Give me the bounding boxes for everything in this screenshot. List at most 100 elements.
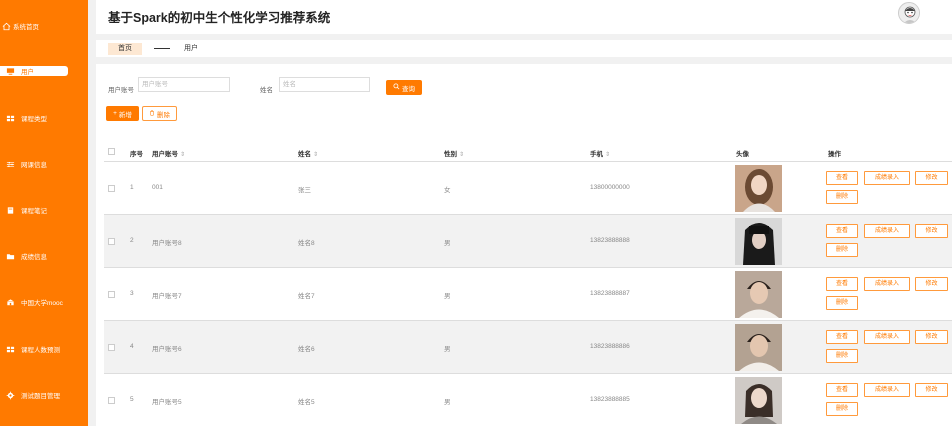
delete-button[interactable]: 删除 <box>826 402 858 416</box>
sliders-icon <box>6 160 15 169</box>
select-all-checkbox[interactable] <box>108 148 115 155</box>
header-account[interactable]: 用户账号 ⇕ <box>152 148 185 158</box>
bulk-delete-label: 删除 <box>157 111 170 119</box>
cell-gender: 男 <box>444 346 451 353</box>
edit-button[interactable]: 修改 <box>915 277 948 291</box>
header-avatar: 头像 <box>736 151 749 158</box>
sidebar-item-label: 测试题目管理 <box>21 393 60 400</box>
add-button[interactable]: + 新增 <box>106 106 139 121</box>
sidebar: 系统首页 用户 课程类型 网课信息 课程笔记 成绩信息 中国大学mooc 课程人… <box>0 0 88 426</box>
view-button[interactable]: 查看 <box>826 277 858 291</box>
cell-phone: 13823888885 <box>590 396 630 403</box>
cell-gender: 男 <box>444 293 451 300</box>
account-search-input[interactable]: 用户账号 <box>138 77 230 92</box>
tab-home[interactable]: 首页 <box>108 43 142 55</box>
cell-phone: 13823888886 <box>590 343 630 350</box>
sidebar-item-scores[interactable]: 成绩信息 <box>0 246 88 266</box>
delete-button[interactable]: 删除 <box>826 349 858 363</box>
cell-index: 4 <box>130 343 134 350</box>
avatar-photo <box>735 324 782 371</box>
top-header: 基于Spark的初中生个性化学习推荐系统 <box>96 0 952 34</box>
add-button-label: 新增 <box>118 111 132 119</box>
sidebar-item-label: 课程类型 <box>21 116 47 123</box>
cell-phone: 13800000000 <box>590 184 630 191</box>
sidebar-item-users[interactable]: 用户 <box>0 66 68 76</box>
avatar-photo <box>735 271 782 318</box>
delete-button[interactable]: 删除 <box>826 296 858 310</box>
avatar-photo <box>735 377 782 424</box>
header-name-label: 姓名 <box>298 151 311 158</box>
row-checkbox[interactable] <box>108 397 115 404</box>
bulk-delete-button[interactable]: 删除 <box>142 106 177 121</box>
table-header: 序号 用户账号 ⇕ 姓名 ⇕ 性别 ⇕ 手机 ⇕ 头像 操作 <box>104 142 952 162</box>
sort-icon[interactable]: ⇕ <box>605 152 610 158</box>
score-entry-button[interactable]: 成绩录入 <box>864 330 910 344</box>
search-icon <box>393 83 400 92</box>
name-label: 姓名 <box>260 87 273 94</box>
table-row: 1 001 张三 女 13800000000 查看 成绩录入 修改 删除 <box>104 162 952 215</box>
score-entry-button[interactable]: 成绩录入 <box>864 171 910 185</box>
row-checkbox[interactable] <box>108 344 115 351</box>
gear-icon <box>6 391 15 400</box>
edit-button[interactable]: 修改 <box>915 224 948 238</box>
sort-icon[interactable]: ⇕ <box>180 152 185 158</box>
sidebar-item-label: 成绩信息 <box>21 254 47 261</box>
cell-name: 张三 <box>298 187 311 194</box>
tab-users[interactable]: 用户 <box>184 43 198 55</box>
header-account-label: 用户账号 <box>152 151 178 158</box>
search-button[interactable]: 查询 <box>386 80 422 95</box>
delete-button[interactable]: 删除 <box>826 190 858 204</box>
main-panel: 用户账号 用户账号 姓名 姓名 查询 + 新增 删除 序号 用户账号 ⇕ 姓名 ⇕ … <box>96 64 952 426</box>
sidebar-item-online-courses[interactable]: 网课信息 <box>0 154 88 174</box>
view-button[interactable]: 查看 <box>826 171 858 185</box>
sidebar-item-home[interactable]: 系统首页 <box>0 16 88 36</box>
row-checkbox[interactable] <box>108 291 115 298</box>
folder-icon <box>6 252 15 261</box>
score-entry-button[interactable]: 成绩录入 <box>864 224 910 238</box>
cell-gender: 男 <box>444 240 451 247</box>
user-avatar[interactable] <box>898 2 920 24</box>
table-row: 4 用户账号6 姓名6 男 13823888886 查看 成绩录入 修改 删除 <box>104 321 952 374</box>
score-entry-button[interactable]: 成绩录入 <box>864 383 910 397</box>
delete-button[interactable]: 删除 <box>826 243 858 257</box>
score-entry-button[interactable]: 成绩录入 <box>864 277 910 291</box>
edit-button[interactable]: 修改 <box>915 171 948 185</box>
header-index: 序号 <box>130 151 143 158</box>
plus-icon: + <box>113 110 117 117</box>
cell-account: 用户账号5 <box>152 399 182 406</box>
sidebar-item-test-questions[interactable]: 测试题目管理 <box>0 385 88 405</box>
cell-account: 用户账号8 <box>152 240 182 247</box>
sidebar-item-enrollment-forecast[interactable]: 课程人数预测 <box>0 339 88 359</box>
cell-index: 2 <box>130 237 134 244</box>
cell-account: 用户账号7 <box>152 293 182 300</box>
sidebar-item-label: 网课信息 <box>21 162 47 169</box>
row-checkbox[interactable] <box>108 185 115 192</box>
avatar-photo <box>735 218 782 265</box>
edit-button[interactable]: 修改 <box>915 383 948 397</box>
trash-icon <box>149 109 155 118</box>
view-button[interactable]: 查看 <box>826 330 858 344</box>
header-gender[interactable]: 性别 ⇕ <box>444 148 464 158</box>
view-button[interactable]: 查看 <box>826 224 858 238</box>
cell-account: 用户账号6 <box>152 346 182 353</box>
sidebar-item-mooc[interactable]: 中国大学mooc <box>0 292 88 312</box>
sidebar-item-course-notes[interactable]: 课程笔记 <box>0 200 88 220</box>
grid-icon <box>6 345 15 354</box>
sidebar-item-course-types[interactable]: 课程类型 <box>0 108 88 128</box>
sort-icon[interactable]: ⇕ <box>459 152 464 158</box>
sidebar-item-label: 中国大学mooc <box>21 300 63 307</box>
edit-button[interactable]: 修改 <box>915 330 948 344</box>
sort-icon[interactable]: ⇕ <box>313 152 318 158</box>
cell-name: 姓名7 <box>298 293 315 300</box>
row-checkbox[interactable] <box>108 238 115 245</box>
header-ops: 操作 <box>828 151 841 158</box>
view-button[interactable]: 查看 <box>826 383 858 397</box>
header-gender-label: 性别 <box>444 151 457 158</box>
monitor-icon <box>6 67 15 76</box>
header-name[interactable]: 姓名 ⇕ <box>298 148 318 158</box>
header-phone[interactable]: 手机 ⇕ <box>590 148 610 158</box>
sidebar-item-label: 系统首页 <box>13 24 39 31</box>
cell-phone: 13823888887 <box>590 290 630 297</box>
name-search-input[interactable]: 姓名 <box>279 77 370 92</box>
grid-icon <box>6 114 15 123</box>
